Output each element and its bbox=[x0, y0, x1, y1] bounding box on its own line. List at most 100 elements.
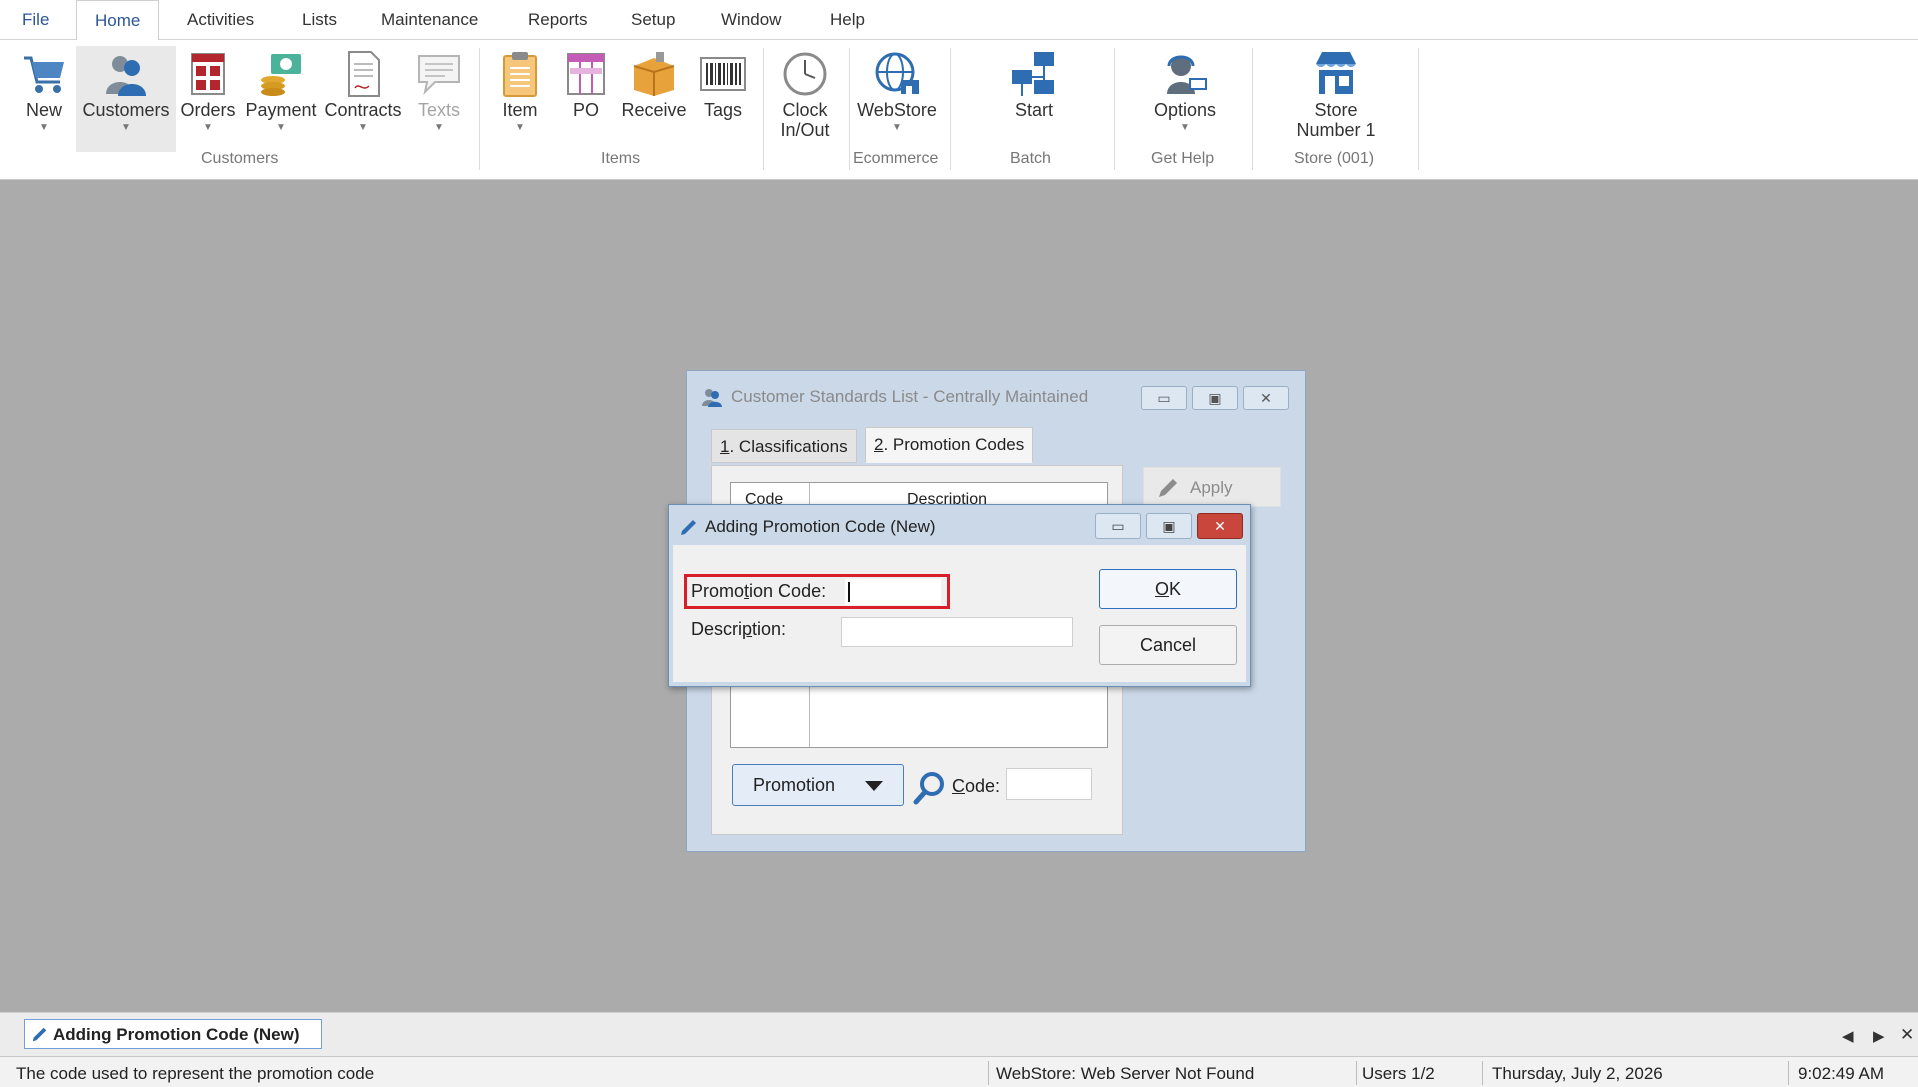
window-task-bar: Adding Promotion Code (New) ◀ ▶ ✕ bbox=[0, 1012, 1918, 1056]
close-button[interactable]: ✕ bbox=[1243, 386, 1289, 410]
tab-classifications[interactable]: 1. Classifications bbox=[711, 429, 857, 463]
close-button[interactable]: ✕ bbox=[1197, 513, 1243, 539]
contract-document-icon bbox=[348, 51, 380, 97]
dialog-title: Adding Promotion Code (New) bbox=[705, 517, 936, 536]
menu-setup[interactable]: Setup bbox=[631, 10, 675, 30]
scroll-left-icon[interactable]: ◀ bbox=[1842, 1027, 1854, 1045]
maximize-icon: ▣ bbox=[1208, 390, 1222, 406]
menu-file[interactable]: File bbox=[22, 10, 49, 30]
chevron-down-icon: ▼ bbox=[276, 122, 286, 133]
store-button[interactable]: Store Number 1 bbox=[1286, 46, 1386, 152]
tab-label: . Classifications bbox=[729, 437, 848, 456]
contracts-button[interactable]: Contracts ▼ bbox=[322, 46, 404, 152]
po-button[interactable]: PO bbox=[554, 46, 618, 152]
group-separator bbox=[1252, 48, 1253, 170]
promotion-code-label: Promotion Code: bbox=[691, 581, 826, 602]
description-input[interactable] bbox=[841, 617, 1073, 647]
search-type-dropdown[interactable]: Promotion bbox=[732, 764, 904, 806]
status-divider bbox=[1356, 1061, 1357, 1085]
item-button[interactable]: Item ▼ bbox=[490, 46, 550, 152]
customers-button[interactable]: Customers ▼ bbox=[76, 46, 176, 152]
maximize-button[interactable]: ▣ bbox=[1146, 513, 1192, 539]
customers-label: Customers bbox=[82, 100, 170, 120]
pencil-icon bbox=[1159, 479, 1177, 497]
status-divider bbox=[1788, 1061, 1789, 1085]
barcode-icon bbox=[700, 57, 746, 91]
menu-reports[interactable]: Reports bbox=[528, 10, 588, 30]
group-label-get-help: Get Help bbox=[1151, 150, 1215, 167]
payment-button[interactable]: Payment ▼ bbox=[240, 46, 322, 152]
chat-bubble-icon bbox=[418, 55, 460, 96]
customers-icon bbox=[702, 389, 722, 407]
menu-lists[interactable]: Lists bbox=[302, 10, 337, 30]
search-icon[interactable] bbox=[912, 770, 946, 806]
receive-button[interactable]: Receive bbox=[618, 46, 690, 152]
chevron-down-icon: ▼ bbox=[358, 122, 368, 133]
ok-button[interactable]: OK bbox=[1099, 569, 1237, 609]
menu-maintenance[interactable]: Maintenance bbox=[381, 10, 478, 30]
apply-button[interactable]: Apply bbox=[1143, 467, 1281, 507]
tab-promotion-codes[interactable]: 2. Promotion Codes bbox=[865, 427, 1034, 463]
network-icon bbox=[1012, 52, 1054, 96]
chevron-down-icon: ▼ bbox=[203, 122, 213, 133]
minimize-icon: ▭ bbox=[1157, 390, 1171, 406]
receive-label: Receive bbox=[621, 100, 687, 120]
code-label-mnemonic: C bbox=[952, 776, 965, 796]
scroll-right-icon[interactable]: ▶ bbox=[1873, 1027, 1885, 1045]
clock-icon bbox=[783, 52, 827, 96]
group-label-store: Store (001) bbox=[1294, 150, 1375, 167]
description-label: Description: bbox=[691, 619, 786, 640]
group-separator bbox=[479, 48, 480, 170]
menu-home[interactable]: Home bbox=[76, 0, 160, 41]
caret-down-icon bbox=[865, 781, 883, 791]
status-time: 9:02:49 AM bbox=[1798, 1064, 1885, 1083]
dropdown-label: Promotion bbox=[753, 775, 836, 795]
status-date: Thursday, July 2, 2026 bbox=[1492, 1064, 1663, 1083]
task-adding-promotion-code[interactable]: Adding Promotion Code (New) bbox=[24, 1019, 322, 1049]
orders-button[interactable]: Orders ▼ bbox=[176, 46, 240, 152]
payment-label: Payment bbox=[245, 100, 317, 120]
minimize-button[interactable]: ▭ bbox=[1141, 386, 1187, 410]
group-separator bbox=[763, 48, 764, 170]
orders-icon bbox=[191, 53, 225, 95]
status-users: Users 1/2 bbox=[1362, 1064, 1435, 1083]
store-label-line2: Number 1 bbox=[1296, 120, 1376, 140]
ribbon: New ▼ Customers ▼ Orders ▼ Payment ▼ Con… bbox=[0, 40, 1918, 180]
maximize-button[interactable]: ▣ bbox=[1192, 386, 1238, 410]
options-button[interactable]: Options ▼ bbox=[1144, 46, 1226, 152]
label-part: ion Code: bbox=[749, 581, 827, 601]
close-icon: ✕ bbox=[1260, 390, 1272, 406]
window-title: Customer Standards List - Centrally Main… bbox=[731, 387, 1089, 406]
start-batch-button[interactable]: Start bbox=[1000, 46, 1068, 152]
status-hint: The code used to represent the promotion… bbox=[16, 1064, 375, 1083]
payment-icon bbox=[261, 54, 301, 96]
close-task-icon[interactable]: ✕ bbox=[1900, 1025, 1914, 1045]
new-button[interactable]: New ▼ bbox=[12, 46, 76, 152]
menu-activities[interactable]: Activities bbox=[187, 10, 254, 30]
code-search-input[interactable] bbox=[1006, 768, 1092, 800]
cancel-button[interactable]: Cancel bbox=[1099, 625, 1237, 665]
menu-help[interactable]: Help bbox=[830, 10, 865, 30]
group-separator bbox=[1114, 48, 1115, 170]
label-part: tion: bbox=[752, 619, 787, 639]
tab-label: . Promotion Codes bbox=[883, 435, 1025, 454]
webstore-button[interactable]: WebStore ▼ bbox=[852, 46, 942, 152]
item-label: Item bbox=[502, 100, 538, 120]
group-label-batch: Batch bbox=[1010, 150, 1051, 167]
clock-label-line2: In/Out bbox=[780, 120, 830, 140]
dialog-body: Promotion Code: Description: OK Cancel bbox=[673, 545, 1246, 682]
minimize-button[interactable]: ▭ bbox=[1095, 513, 1141, 539]
start-label: Start bbox=[1014, 100, 1053, 120]
globe-store-icon bbox=[875, 52, 919, 94]
storefront-icon bbox=[1316, 52, 1356, 94]
code-search-label: Code: bbox=[952, 776, 1000, 797]
menu-window[interactable]: Window bbox=[721, 10, 781, 30]
texts-button[interactable]: Texts ▼ bbox=[404, 46, 474, 152]
group-separator bbox=[1418, 48, 1419, 170]
contracts-label: Contracts bbox=[324, 100, 402, 120]
promotion-code-input[interactable] bbox=[845, 579, 941, 605]
chevron-down-icon: ▼ bbox=[434, 122, 444, 133]
customers-icon bbox=[106, 56, 146, 96]
tags-button[interactable]: Tags bbox=[692, 46, 754, 152]
clock-in-out-button[interactable]: Clock In/Out bbox=[770, 46, 840, 152]
